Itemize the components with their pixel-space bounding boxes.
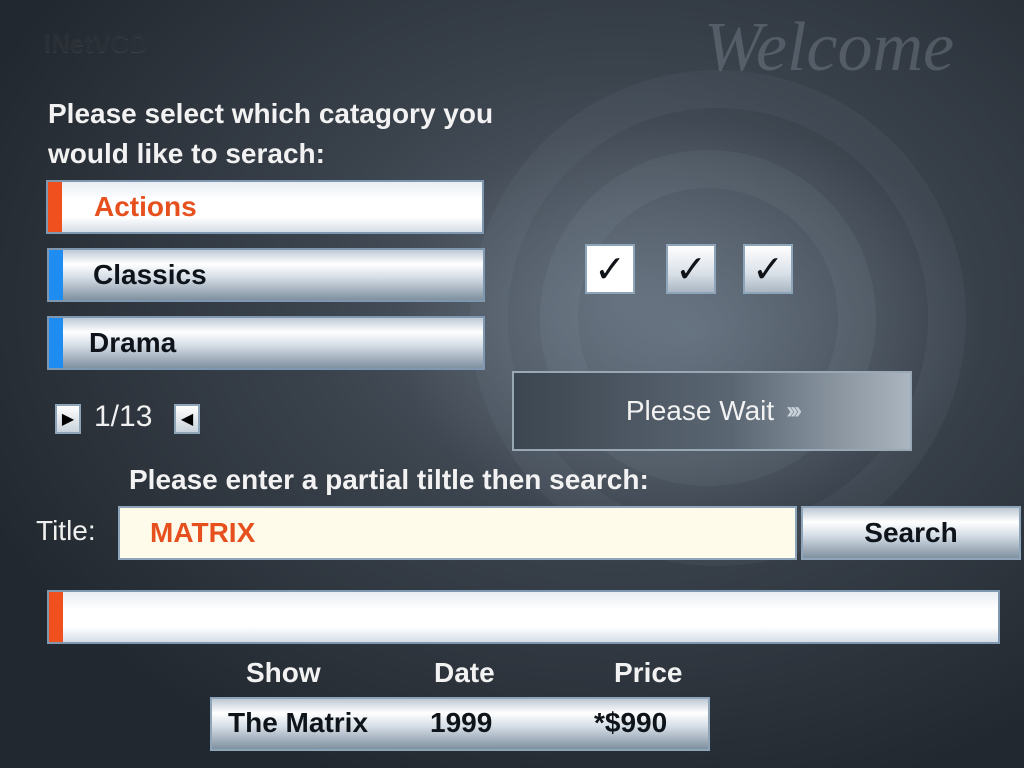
category-item-drama[interactable]: Drama — [47, 316, 485, 370]
please-wait-indicator: Please Wait ››› — [512, 371, 912, 451]
pager-prev-button[interactable]: ◀ — [174, 404, 200, 434]
table-row[interactable]: The Matrix 1999 *$990 — [210, 697, 710, 751]
cell-price: *$990 — [594, 707, 668, 738]
triangle-left-icon: ◀ — [180, 411, 194, 428]
category-prompt: Please select which catagory you would l… — [48, 94, 493, 174]
category-item-label: Drama — [89, 327, 177, 358]
checkbox-3[interactable]: ✓ — [743, 244, 793, 294]
checkbox-2[interactable]: ✓ — [666, 244, 716, 294]
app-title: INetVCD — [44, 28, 149, 58]
category-item-actions[interactable]: Actions — [46, 180, 484, 234]
checkmark-icon: ✓ — [594, 248, 626, 291]
cell-show: The Matrix — [228, 707, 369, 738]
pager-indicator: 1/13 — [94, 400, 153, 433]
triangle-right-icon: ▶ — [61, 411, 75, 428]
column-header-show: Show — [246, 657, 321, 688]
checkmark-icon: ✓ — [675, 248, 707, 291]
title-input[interactable]: MATRIX — [118, 506, 797, 560]
progress-accent — [49, 592, 63, 642]
column-header-price: Price — [614, 657, 683, 688]
category-accent — [49, 250, 63, 300]
column-header-date: Date — [434, 657, 495, 688]
welcome-watermark: Welcome — [704, 9, 955, 86]
category-prompt-line2: would like to serach: — [48, 138, 325, 169]
category-prompt-line1: Please select which catagory you — [48, 98, 494, 129]
title-label: Title: — [36, 515, 96, 546]
search-prompt: Please enter a partial tiltle then searc… — [129, 464, 649, 495]
checkmark-icon: ✓ — [752, 248, 784, 291]
cell-date: 1999 — [430, 707, 493, 738]
result-progress-bar — [47, 590, 1000, 644]
category-accent — [48, 182, 62, 232]
category-item-label: Classics — [93, 259, 207, 290]
category-item-label: Actions — [94, 191, 197, 222]
search-button[interactable]: Search — [801, 506, 1021, 560]
category-item-classics[interactable]: Classics — [47, 248, 485, 302]
category-accent — [49, 318, 63, 368]
arrows-icon: ››› — [786, 397, 802, 424]
checkbox-1[interactable]: ✓ — [585, 244, 635, 294]
please-wait-label: Please Wait — [625, 395, 775, 426]
pager-next-button[interactable]: ▶ — [55, 404, 81, 434]
